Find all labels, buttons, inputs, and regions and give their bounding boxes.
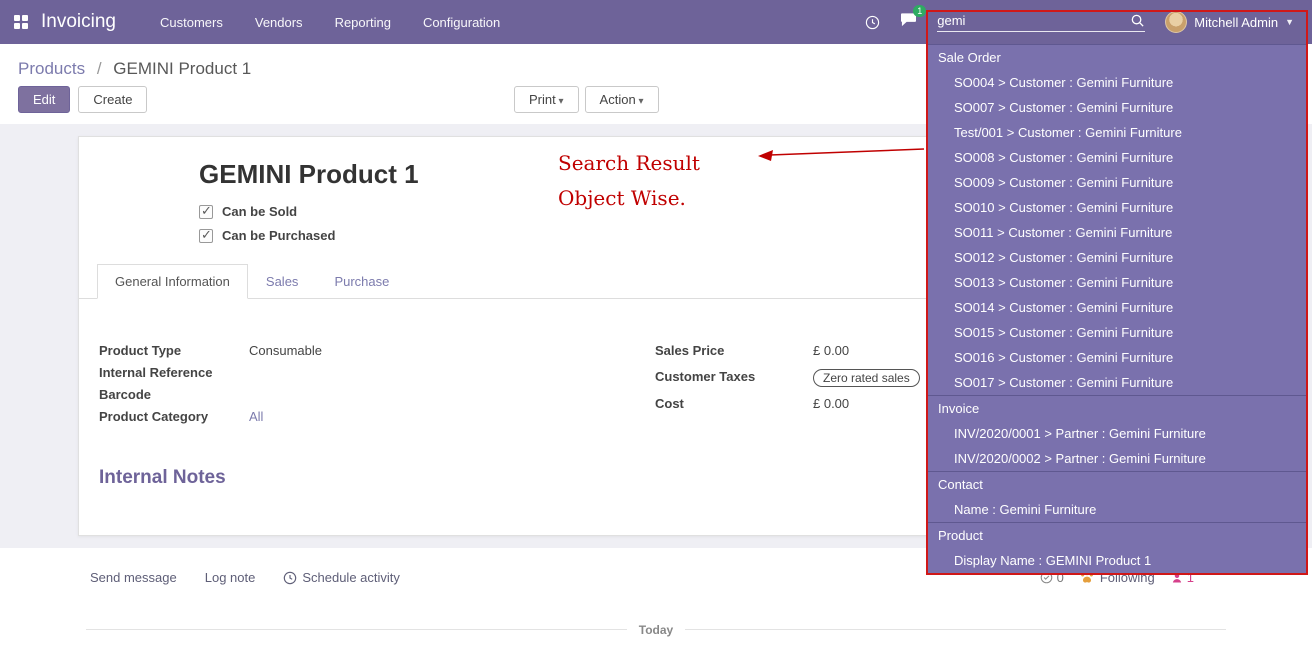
nav-item-customers[interactable]: Customers [160, 15, 223, 30]
messages-icon[interactable]: 1 [900, 12, 917, 32]
nav-item-configuration[interactable]: Configuration [423, 15, 500, 30]
action-menu-button[interactable]: Action [585, 86, 659, 113]
barcode-label: Barcode [99, 387, 249, 402]
search-result-item[interactable]: INV/2020/0002 > Partner : Gemini Furnitu… [928, 446, 1306, 471]
search-result-item[interactable]: SO012 > Customer : Gemini Furniture [928, 245, 1306, 270]
barcode-row: Barcode [99, 387, 655, 404]
product-category-label: Product Category [99, 409, 249, 424]
search-result-item[interactable]: SO011 > Customer : Gemini Furniture [928, 220, 1306, 245]
tab-general-information[interactable]: General Information [97, 264, 248, 299]
create-button[interactable]: Create [78, 86, 147, 113]
app-name[interactable]: Invoicing [41, 11, 116, 33]
search-dropdown-spacer [928, 12, 1306, 44]
print-menu-button[interactable]: Print [514, 86, 579, 113]
sales-price-label: Sales Price [655, 343, 813, 358]
product-type-value: Consumable [249, 343, 322, 358]
customer-taxes-tag[interactable]: Zero rated sales [813, 369, 920, 387]
search-result-item[interactable]: INV/2020/0001 > Partner : Gemini Furnitu… [928, 421, 1306, 446]
search-result-item[interactable]: SO007 > Customer : Gemini Furniture [928, 95, 1306, 120]
log-note-button[interactable]: Log note [205, 570, 256, 585]
search-result-item[interactable]: Name : Gemini Furniture [928, 497, 1306, 522]
search-result-item[interactable]: SO008 > Customer : Gemini Furniture [928, 145, 1306, 170]
search-results-dropdown: Sale OrderSO004 > Customer : Gemini Furn… [926, 10, 1308, 575]
tab-sales[interactable]: Sales [248, 264, 317, 299]
today-label: Today [627, 623, 685, 637]
schedule-activity-button[interactable]: Schedule activity [283, 570, 400, 585]
left-field-column: Product Type Consumable Internal Referen… [99, 343, 655, 431]
customer-taxes-label: Customer Taxes [655, 369, 813, 384]
can-be-sold-label: Can be Sold [222, 204, 297, 219]
internal-reference-label: Internal Reference [99, 365, 249, 380]
product-type-row: Product Type Consumable [99, 343, 655, 360]
apps-grid-icon[interactable] [14, 15, 29, 30]
send-message-button[interactable]: Send message [90, 570, 177, 585]
can-be-purchased-checkbox[interactable] [199, 229, 213, 243]
search-section-header: Sale Order [928, 44, 1306, 70]
can-be-purchased-label: Can be Purchased [222, 228, 335, 243]
messages-badge: 1 [913, 5, 926, 17]
breadcrumb-products-link[interactable]: Products [18, 59, 85, 78]
search-result-item[interactable]: SO009 > Customer : Gemini Furniture [928, 170, 1306, 195]
search-result-item[interactable]: SO010 > Customer : Gemini Furniture [928, 195, 1306, 220]
nav-item-vendors[interactable]: Vendors [255, 15, 303, 30]
search-result-item[interactable]: SO013 > Customer : Gemini Furniture [928, 270, 1306, 295]
breadcrumb-current: GEMINI Product 1 [113, 59, 251, 78]
internal-reference-row: Internal Reference [99, 365, 655, 382]
search-result-item[interactable]: Display Name : GEMINI Product 1 [928, 548, 1306, 573]
search-section-header: Product [928, 522, 1306, 548]
product-category-row: Product Category All [99, 409, 655, 426]
cost-value: £ 0.00 [813, 396, 849, 411]
search-result-item[interactable]: Test/001 > Customer : Gemini Furniture [928, 120, 1306, 145]
activities-clock-icon[interactable] [865, 15, 880, 30]
tab-purchase[interactable]: Purchase [316, 264, 407, 299]
search-section-header: Invoice [928, 395, 1306, 421]
product-category-value[interactable]: All [249, 409, 263, 424]
nav-item-reporting[interactable]: Reporting [335, 15, 391, 30]
breadcrumb-separator: / [97, 59, 102, 78]
search-result-item[interactable]: SO004 > Customer : Gemini Furniture [928, 70, 1306, 95]
search-result-item[interactable]: SO014 > Customer : Gemini Furniture [928, 295, 1306, 320]
can-be-sold-checkbox[interactable] [199, 205, 213, 219]
search-result-item[interactable]: SO015 > Customer : Gemini Furniture [928, 320, 1306, 345]
product-type-label: Product Type [99, 343, 249, 358]
today-divider: Today [86, 629, 1226, 648]
schedule-activity-label: Schedule activity [302, 570, 400, 585]
clock-icon [283, 571, 297, 585]
main-menu: Customers Vendors Reporting Configuratio… [160, 15, 500, 30]
search-result-item[interactable]: SO017 > Customer : Gemini Furniture [928, 370, 1306, 395]
sales-price-value: £ 0.00 [813, 343, 849, 358]
cost-label: Cost [655, 396, 813, 411]
search-dropdown-sections: Sale OrderSO004 > Customer : Gemini Furn… [928, 44, 1306, 573]
center-actions: Print Action [514, 86, 659, 113]
search-result-item[interactable]: SO016 > Customer : Gemini Furniture [928, 345, 1306, 370]
edit-button[interactable]: Edit [18, 86, 70, 113]
search-section-header: Contact [928, 471, 1306, 497]
